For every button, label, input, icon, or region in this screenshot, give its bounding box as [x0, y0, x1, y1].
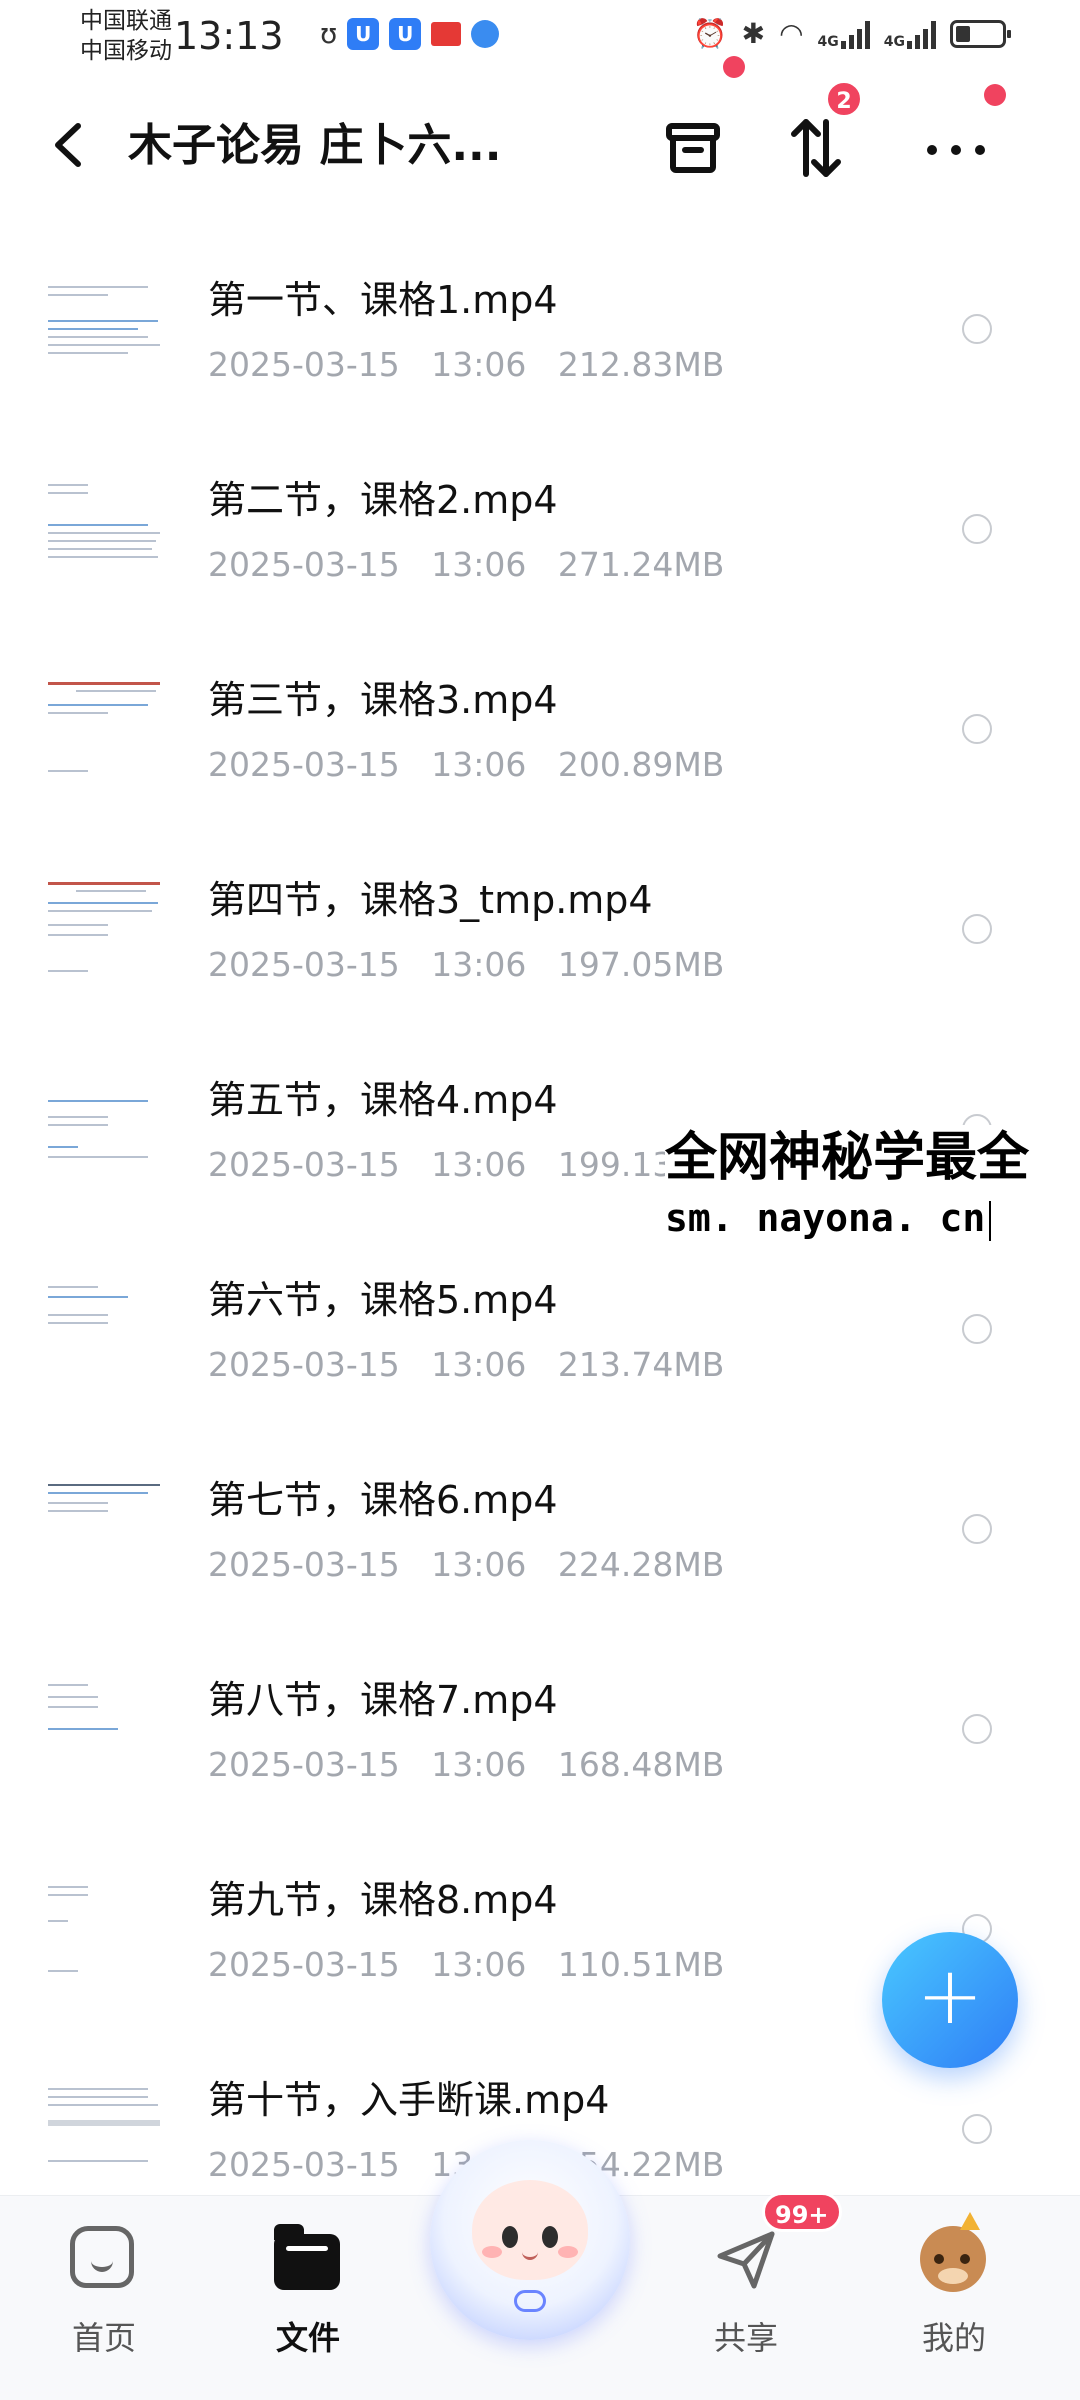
page-title: 木子论易 庄卜六...: [128, 120, 502, 171]
browser-app-icon: [471, 20, 500, 48]
notification-icons: ʊ U U: [320, 17, 500, 50]
file-meta: 2025-03-15 13:06 199.13MB: [208, 1145, 725, 1184]
document-thumbnail: [46, 1080, 164, 1190]
select-checkbox[interactable]: [962, 914, 992, 944]
signal-icon: 4G: [818, 19, 870, 49]
file-name: 第五节，课格4.mp4: [208, 1078, 558, 1122]
file-name: 第二节，课格2.mp4: [208, 478, 558, 522]
file-meta: 2025-03-15 13:06 200.89MB: [208, 745, 725, 784]
file-meta: 2025-03-15 13:06 168.48MB: [208, 1745, 725, 1784]
file-meta: 2025-03-15 13:06 224.28MB: [208, 1545, 725, 1584]
document-thumbnail: [46, 280, 164, 390]
nav-label: 我的: [921, 2319, 986, 2357]
home-icon: [70, 2226, 138, 2294]
file-meta: 2025-03-15 13:06 213.74MB: [208, 1345, 725, 1384]
nav-label: 共享: [713, 2319, 778, 2357]
carrier-2: 中国移动: [80, 38, 172, 64]
app-notification-icon: U: [347, 18, 380, 50]
file-name: 第九节，课格8.mp4: [208, 1878, 558, 1922]
carrier-1: 中国联通: [80, 8, 172, 34]
archive-notification-dot: [723, 56, 745, 78]
status-bar: 中国联通 中国移动 13:13 ʊ U U ⏰ ✱ ◠ 4G 4G: [0, 0, 1080, 80]
sort-icon: [791, 119, 841, 177]
file-row[interactable]: 第八节，课格7.mp4 2025-03-15 13:06 168.48MB: [0, 1630, 1080, 1830]
back-button[interactable]: [40, 110, 100, 180]
clock: 13:13: [174, 14, 284, 58]
plus-icon: +: [916, 1949, 984, 2042]
header: 木子论易 庄卜六... 2: [0, 56, 1080, 200]
select-checkbox[interactable]: [962, 2114, 992, 2144]
select-checkbox[interactable]: [962, 1314, 992, 1344]
document-thumbnail: [46, 480, 164, 590]
file-meta: 2025-03-15 13:06 197.05MB: [208, 945, 725, 984]
send-icon: [712, 2226, 780, 2294]
document-thumbnail: [46, 2080, 164, 2190]
nav-item-files[interactable]: 文件: [228, 2196, 388, 2400]
wifi-icon: ◠: [779, 17, 804, 50]
select-checkbox[interactable]: [962, 314, 992, 344]
nav-label: 首页: [71, 2319, 136, 2357]
select-checkbox[interactable]: [962, 714, 992, 744]
carrier-info: 中国联通 中国移动: [80, 6, 172, 66]
more-notification-dot: [984, 84, 1006, 106]
file-meta: 2025-03-15 13:06 110.51MB: [208, 1945, 725, 1984]
document-thumbnail: [46, 1480, 164, 1590]
avatar-icon: [920, 2212, 988, 2294]
folder-icon: [274, 2224, 342, 2294]
file-name: 第十节，入手断课.mp4: [208, 2078, 610, 2122]
more-icon: [927, 145, 985, 155]
file-row[interactable]: 第七节，课格6.mp4 2025-03-15 13:06 224.28MB: [0, 1430, 1080, 1630]
chevron-left-icon: [55, 123, 81, 167]
file-meta: 2025-03-15 13:06 271.24MB: [208, 545, 725, 584]
nav-item-profile[interactable]: 我的: [874, 2196, 1034, 2400]
select-checkbox[interactable]: [962, 1514, 992, 1544]
file-meta: 2025-03-15 13:06 212.83MB: [208, 345, 725, 384]
watermark-overlay: 全网神秘学最全 sm. nayona. cn: [665, 1125, 1080, 1255]
file-name: 第四节，课格3_tmp.mp4: [208, 878, 653, 922]
signal-icon: 4G: [884, 19, 936, 49]
watermark-url: sm. nayona. cn: [665, 1191, 1080, 1245]
file-row[interactable]: 第四节，课格3_tmp.mp4 2025-03-15 13:06 197.05M…: [0, 830, 1080, 1030]
more-button[interactable]: [918, 110, 994, 186]
network-type-label: 4G: [817, 34, 839, 50]
system-icons: ⏰ ✱ ◠ 4G 4G: [692, 16, 1011, 52]
document-thumbnail: [46, 1280, 164, 1390]
app-notification-icon: U: [389, 18, 422, 50]
alarm-app-icon: ʊ: [320, 17, 338, 50]
mascot-assistant-button[interactable]: [430, 2140, 630, 2340]
mascot-icon: [472, 2180, 588, 2280]
file-name: 第三节，课格3.mp4: [208, 678, 558, 722]
sort-badge: 2: [825, 80, 863, 118]
document-thumbnail: [46, 680, 164, 790]
bluetooth-icon: ✱: [741, 17, 766, 50]
file-row[interactable]: 第一节、课格1.mp4 2025-03-15 13:06 212.83MB: [0, 230, 1080, 430]
select-checkbox[interactable]: [962, 1714, 992, 1744]
file-name: 第七节，课格6.mp4: [208, 1478, 558, 1522]
archive-icon: [666, 123, 720, 173]
share-badge: 99+: [762, 2192, 842, 2232]
network-type-label: 4G: [883, 34, 905, 50]
alarm-icon: ⏰: [692, 17, 728, 50]
book-app-icon: [431, 22, 462, 46]
document-thumbnail: [46, 1680, 164, 1790]
select-checkbox[interactable]: [962, 514, 992, 544]
sort-button[interactable]: [778, 110, 854, 186]
file-row[interactable]: 第二节，课格2.mp4 2025-03-15 13:06 271.24MB: [0, 430, 1080, 630]
battery-icon: [950, 20, 1011, 48]
file-row[interactable]: 第三节，课格3.mp4 2025-03-15 13:06 200.89MB: [0, 630, 1080, 830]
file-name: 第六节，课格5.mp4: [208, 1278, 558, 1322]
add-button[interactable]: +: [882, 1932, 1018, 2068]
watermark-text: 全网神秘学最全: [665, 1128, 1030, 1188]
archive-button[interactable]: [655, 110, 731, 186]
nav-item-home[interactable]: 首页: [24, 2196, 184, 2400]
nav-label: 文件: [275, 2319, 340, 2357]
cloud-logo-icon: [514, 2290, 546, 2312]
file-row[interactable]: 第六节，课格5.mp4 2025-03-15 13:06 213.74MB: [0, 1230, 1080, 1430]
document-thumbnail: [46, 880, 164, 990]
file-name: 第一节、课格1.mp4: [208, 278, 558, 322]
document-thumbnail: [46, 1880, 164, 1990]
file-name: 第八节，课格7.mp4: [208, 1678, 558, 1722]
